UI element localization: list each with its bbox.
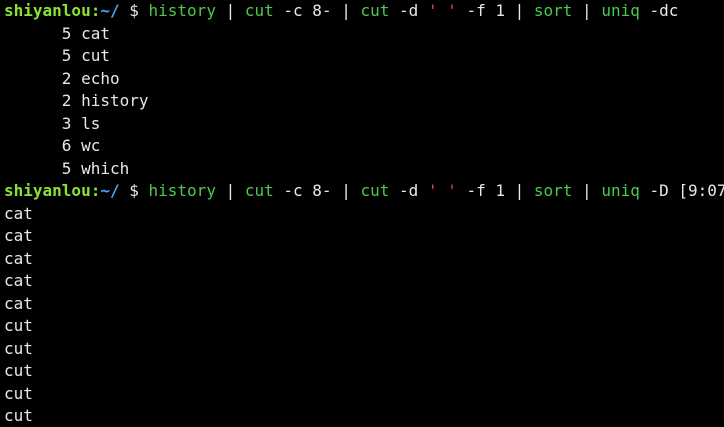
- command-token-cmd: history: [148, 1, 216, 20]
- prompt-symbol: $: [129, 1, 139, 20]
- output-line: cut: [4, 383, 33, 403]
- command-token-cmd: history: [148, 181, 216, 200]
- output-line: cat: [4, 248, 33, 268]
- prompt-line-2: shiyanlou:~/ $ history | cut -c 8- | cut…: [4, 180, 724, 203]
- terminal-window[interactable]: shiyanlou:~/ $ history | cut -c 8- | cut…: [0, 0, 724, 427]
- output-line: cat: [4, 203, 33, 223]
- prompt-symbol: $: [129, 181, 139, 200]
- command-token-op: |: [572, 181, 602, 200]
- prompt-user-host: shiyanlou:: [4, 181, 101, 200]
- output-line: 5 cut: [4, 46, 110, 65]
- command-token-op: -f 1 |: [456, 1, 534, 20]
- command-token-op: -dc: [639, 1, 679, 20]
- timestamp: [9:07:52]: [678, 181, 724, 200]
- command-token-op: |: [215, 181, 245, 200]
- prompt-line-1: shiyanlou:~/ $ history | cut -c 8- | cut…: [4, 0, 724, 23]
- command-token-op: |: [215, 1, 245, 20]
- command-token-op: |: [572, 1, 602, 20]
- command-token-op: -d: [389, 181, 428, 200]
- prompt-user-host: shiyanlou:: [4, 1, 101, 20]
- command-token-cmd: uniq: [601, 1, 640, 20]
- output-line: cat: [4, 226, 33, 245]
- command-token-cmd: cut: [360, 1, 390, 20]
- prompt-path: ~/: [100, 1, 120, 20]
- output-line: 5 cat: [4, 23, 110, 43]
- command-token-op: -d: [389, 1, 428, 20]
- command-token-cmd: cut: [360, 181, 390, 200]
- command-text: history | cut -c 8- | cut -d ' ' -f 1 | …: [149, 1, 679, 20]
- command-token-op: -f 1 |: [456, 181, 534, 200]
- command-token-str: ' ': [427, 181, 457, 200]
- command-token-cmd: uniq: [601, 181, 640, 200]
- command-output-1: 5 cat 5 cut 2 echo 2 history 3 ls 6 wc 5…: [4, 23, 724, 181]
- command-token-cmd: cut: [244, 1, 274, 20]
- output-line: cut: [4, 338, 33, 358]
- command-token-op: -c 8- |: [273, 181, 361, 200]
- command-token-str: ' ': [427, 1, 457, 20]
- output-line: 2 echo: [4, 68, 120, 88]
- output-line: cut: [4, 361, 33, 380]
- command-token-cmd: sort: [533, 1, 573, 20]
- command-text: history | cut -c 8- | cut -d ' ' -f 1 | …: [149, 181, 679, 200]
- output-line: 3 ls: [4, 113, 101, 133]
- output-line: cat: [4, 271, 33, 290]
- prompt-path: ~/: [100, 181, 120, 200]
- output-line: cat: [4, 293, 33, 313]
- command-token-cmd: sort: [533, 181, 573, 200]
- command-token-op: -D: [639, 181, 679, 200]
- output-line: 2 history: [4, 91, 149, 110]
- output-line: cut: [4, 406, 33, 425]
- output-line: cut: [4, 316, 33, 335]
- output-line: 5 which: [4, 158, 130, 178]
- output-line: 6 wc: [4, 136, 101, 155]
- command-token-cmd: cut: [244, 181, 274, 200]
- command-output-2: cat cat cat cat cat cut cut cut cut cut: [4, 203, 724, 427]
- command-token-op: -c 8- |: [273, 1, 361, 20]
